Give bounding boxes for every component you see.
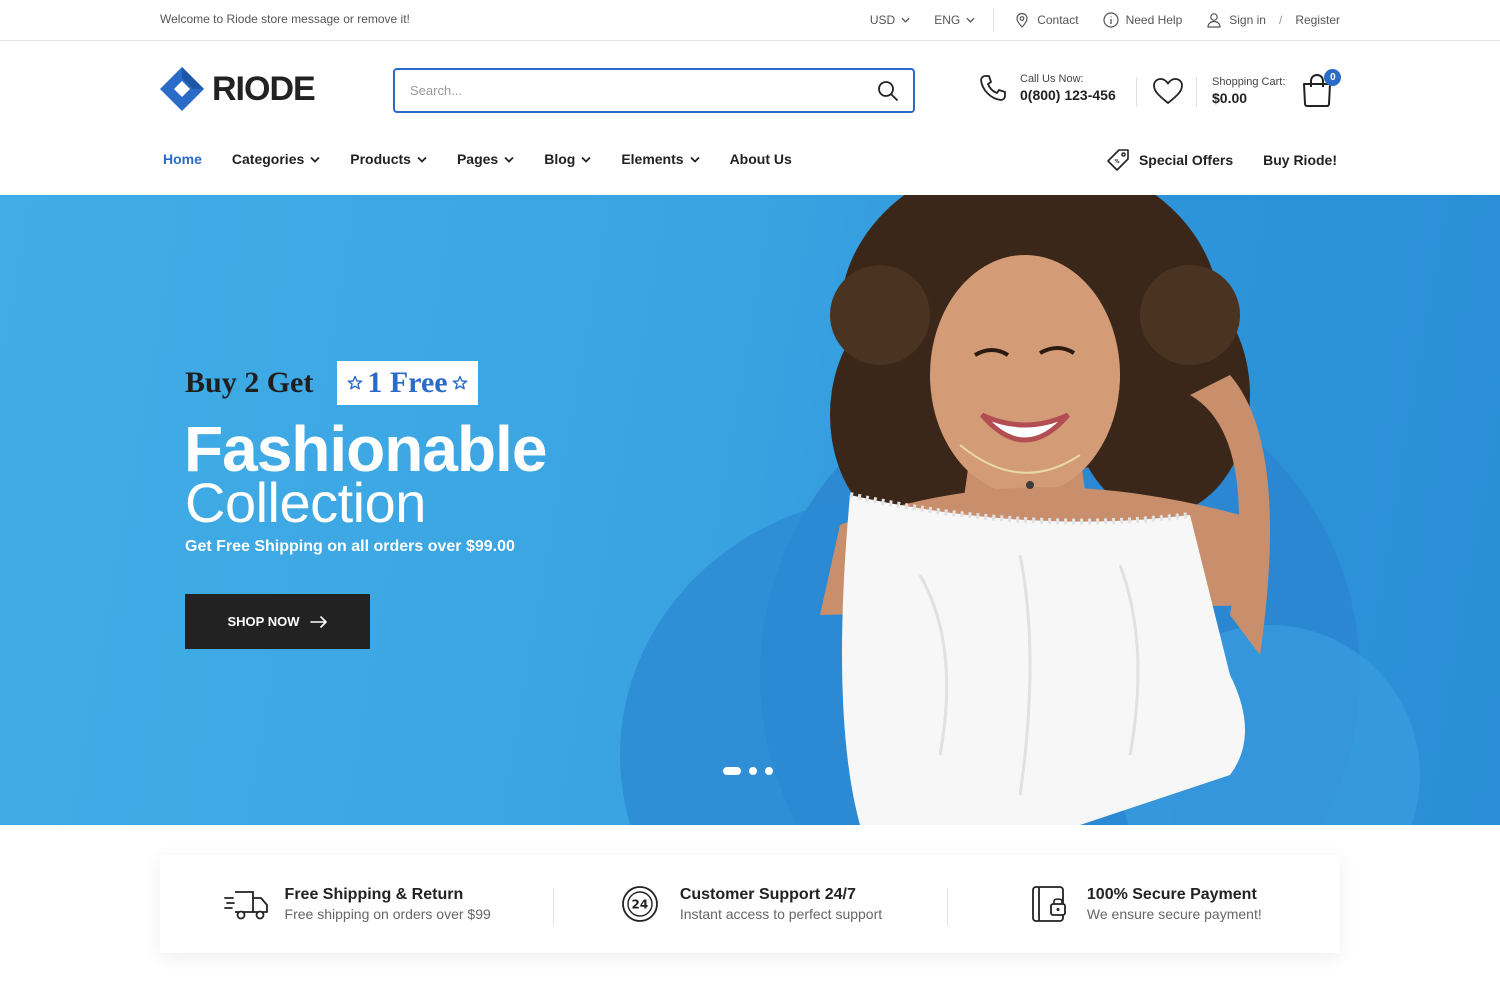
slide-dot-3[interactable] bbox=[765, 767, 773, 775]
user-icon bbox=[1207, 13, 1221, 28]
arrow-right-icon bbox=[309, 615, 327, 628]
nav-item-blog[interactable]: Blog bbox=[544, 151, 591, 167]
chevron-down-icon bbox=[689, 156, 700, 163]
chevron-down-icon bbox=[901, 17, 910, 23]
top-bar: Welcome to Riode store message or remove… bbox=[0, 0, 1500, 41]
hero-subtitle: Collection bbox=[185, 471, 426, 534]
star-icon bbox=[348, 375, 363, 390]
price-tag-icon: % bbox=[1107, 149, 1129, 171]
feature-title: Free Shipping & Return bbox=[284, 886, 464, 903]
special-offers-label: Special Offers bbox=[1138, 152, 1234, 168]
currency-label: USD bbox=[869, 13, 896, 27]
cart-bag: 0 bbox=[1301, 69, 1342, 109]
secure-payment-icon bbox=[1031, 886, 1066, 922]
language-dropdown[interactable]: ENG bbox=[934, 13, 975, 27]
nav-item-about-us[interactable]: About Us bbox=[730, 151, 792, 167]
support-24-icon: 24 bbox=[621, 886, 658, 922]
help-link[interactable]: Need Help bbox=[1102, 12, 1183, 28]
nav-item-home[interactable]: Home bbox=[163, 151, 202, 167]
divider bbox=[1196, 77, 1197, 107]
account-links: Sign in / Register bbox=[1206, 12, 1340, 28]
promo-highlight: 1 Free bbox=[367, 366, 448, 399]
chevron-down-icon bbox=[310, 156, 320, 163]
cart-amount: $0.00 bbox=[1212, 90, 1248, 106]
nav-label: About Us bbox=[729, 151, 792, 167]
heart-icon[interactable] bbox=[1152, 76, 1184, 106]
riode-logo-icon bbox=[160, 67, 204, 111]
divider bbox=[1136, 77, 1137, 107]
search-icon bbox=[878, 80, 898, 101]
feature-payment: 100% Secure Payment We ensure secure pay… bbox=[946, 884, 1340, 926]
special-offers-link[interactable]: % Special Offers bbox=[1105, 147, 1233, 173]
main-header: RIODE Call Us Now: 0(800) 123-456 Shoppi… bbox=[0, 41, 1500, 137]
star-icon bbox=[452, 375, 467, 390]
call-us[interactable]: Call Us Now: 0(800) 123-456 bbox=[978, 73, 1116, 103]
feature-title: Customer Support 24/7 bbox=[679, 886, 856, 903]
top-bar-links: USD ENG Contact Need Help Sign in / Regi… bbox=[846, 0, 1340, 40]
feature-description: Free shipping on orders over $99 bbox=[284, 906, 491, 922]
chevron-down-icon bbox=[581, 156, 591, 163]
chevron-down-icon bbox=[966, 17, 975, 23]
feature-description: Instant access to perfect support bbox=[679, 906, 883, 922]
language-label: ENG bbox=[934, 13, 961, 27]
nav-label: Elements bbox=[621, 151, 684, 167]
nav-item-pages[interactable]: Pages bbox=[457, 151, 514, 167]
contact-label: Contact bbox=[1037, 13, 1079, 27]
nav-label: Blog bbox=[544, 151, 576, 167]
currency-dropdown[interactable]: USD bbox=[870, 13, 910, 27]
shopping-cart[interactable]: Shopping Cart: $0.00 0 bbox=[1212, 69, 1342, 109]
cart-count-badge: 0 bbox=[1324, 69, 1342, 86]
nav-item-elements[interactable]: Elements bbox=[621, 151, 700, 167]
nav-item-products[interactable]: Products bbox=[350, 151, 427, 167]
feature-description: We ensure secure payment! bbox=[1086, 906, 1262, 922]
register-link[interactable]: Register bbox=[1295, 13, 1340, 27]
chevron-down-icon bbox=[417, 156, 427, 163]
info-icon bbox=[1102, 12, 1119, 28]
nav-label: Products bbox=[350, 151, 411, 167]
help-label: Need Help bbox=[1125, 13, 1183, 27]
nav-label: Categories bbox=[231, 151, 305, 167]
nav-menu: Home Categories Products Pages Blog Elem… bbox=[163, 151, 822, 167]
hero-model-image bbox=[820, 195, 1270, 825]
svg-text:24: 24 bbox=[631, 898, 648, 912]
nav-label: Home bbox=[163, 151, 202, 167]
contact-link[interactable]: Contact bbox=[1014, 12, 1079, 28]
promo-badge: 1 Free bbox=[337, 361, 478, 405]
nav-item-categories[interactable]: Categories bbox=[232, 151, 320, 167]
cart-label: Shopping Cart: bbox=[1212, 76, 1286, 88]
buy-riode-link[interactable]: Buy Riode! bbox=[1263, 152, 1337, 168]
search-button[interactable] bbox=[863, 70, 913, 111]
slider-pagination bbox=[723, 767, 773, 775]
search-bar bbox=[393, 68, 915, 113]
feature-shipping: Free Shipping & Return Free shipping on … bbox=[160, 884, 553, 924]
svg-text:%: % bbox=[1114, 159, 1119, 165]
feature-support: 24 Customer Support 24/7 Instant access … bbox=[553, 884, 946, 926]
promo-line: Buy 2 Get 1 Free bbox=[185, 361, 478, 405]
sign-in-link[interactable]: Sign in bbox=[1229, 13, 1266, 27]
phone-icon bbox=[980, 75, 1006, 101]
features-bar: Free Shipping & Return Free shipping on … bbox=[160, 855, 1340, 953]
call-label: Call Us Now: bbox=[1020, 73, 1084, 85]
nav-label: Pages bbox=[456, 151, 499, 167]
map-pin-icon bbox=[1016, 12, 1028, 28]
shop-now-label: SHOP NOW bbox=[227, 614, 300, 629]
call-number: 0(800) 123-456 bbox=[1020, 87, 1116, 103]
hero-shipping-text: Get Free Shipping on all orders over $99… bbox=[185, 538, 515, 555]
promo-prefix: Buy 2 Get bbox=[185, 366, 314, 399]
hero-banner: Buy 2 Get 1 Free Fashionable Collection … bbox=[0, 195, 1500, 825]
logo[interactable]: RIODE bbox=[160, 67, 316, 111]
nav-right-menu: % Special Offers Buy Riode! bbox=[1105, 147, 1337, 173]
search-input[interactable] bbox=[395, 70, 863, 111]
divider bbox=[993, 8, 995, 32]
separator: / bbox=[1278, 13, 1283, 27]
feature-title: 100% Secure Payment bbox=[1086, 886, 1257, 903]
slide-dot-2[interactable] bbox=[749, 767, 757, 775]
slide-dot-1[interactable] bbox=[723, 767, 741, 775]
chevron-down-icon bbox=[504, 156, 514, 163]
main-navigation: Home Categories Products Pages Blog Elem… bbox=[0, 137, 1500, 195]
logo-text: RIODE bbox=[212, 69, 316, 108]
welcome-message: Welcome to Riode store message or remove… bbox=[160, 12, 410, 26]
truck-icon bbox=[223, 891, 268, 920]
shop-now-button[interactable]: SHOP NOW bbox=[185, 594, 370, 649]
